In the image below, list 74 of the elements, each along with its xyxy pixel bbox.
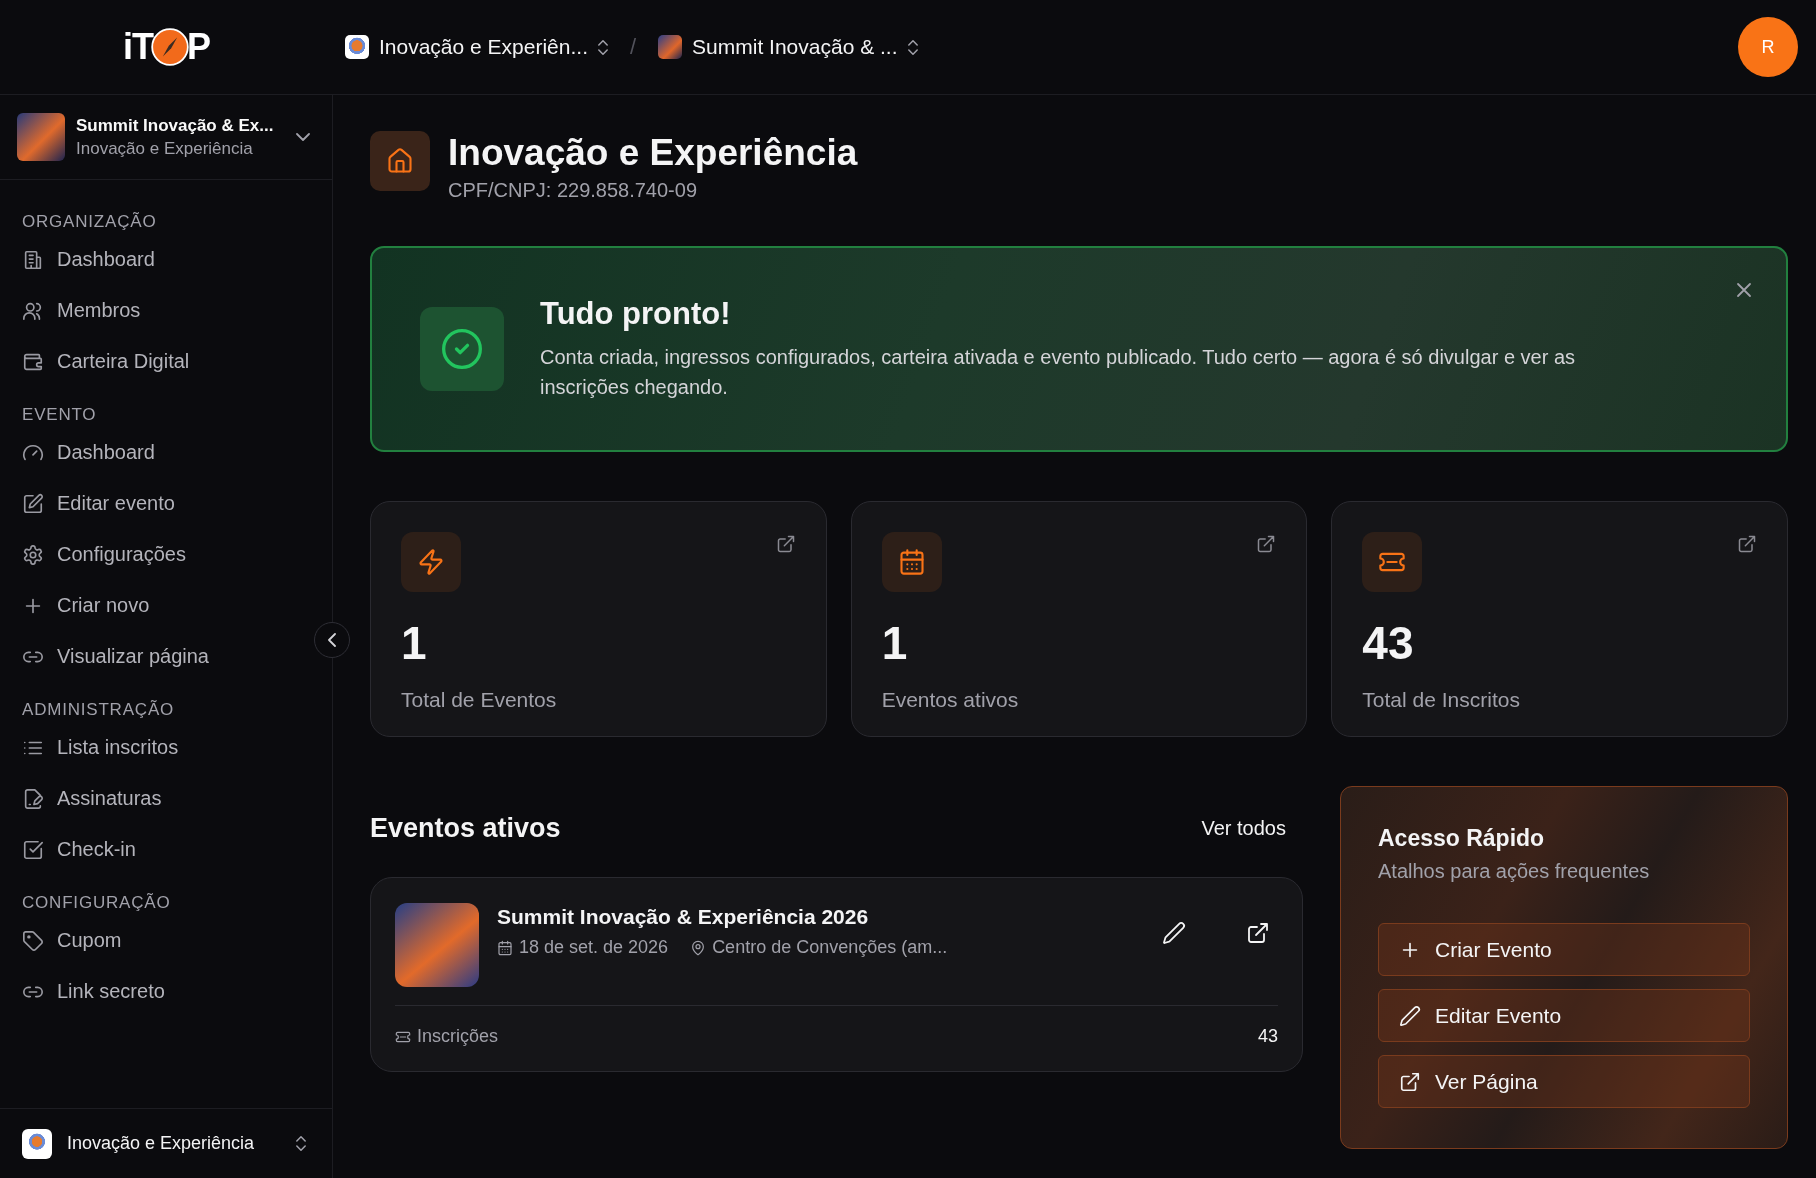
calendar-icon [897,548,926,577]
external-link-icon [1256,534,1277,555]
chevron-updown-icon [907,39,918,55]
location-pin-icon [690,939,707,956]
section-heading: ORGANIZAÇÃO [21,211,158,233]
chevron-updown-icon [296,1136,306,1151]
nav-item[interactable]: Check-in [0,824,158,875]
tag-icon [22,929,44,952]
breadcrumb-separator: / [629,34,637,60]
org-logo-icon [345,35,369,59]
section-heading: EVENTO [21,404,98,426]
nav-item[interactable]: Dashboard [0,234,177,285]
nav-item[interactable]: Dashboard [0,427,177,478]
nav-item[interactable]: Assinaturas [0,773,184,824]
quick-action-button[interactable]: Editar Evento [1378,989,1750,1043]
check-icon [22,838,44,861]
footer-label: Inscrições [417,1026,500,1048]
external-icon [1399,1070,1421,1093]
building-icon [22,248,44,271]
nav-item[interactable]: Cupom [0,915,144,966]
check-circle-icon [440,327,484,372]
page-title: Inovação e Experiência [448,131,858,175]
section-heading: CONFIGURAÇÃO [21,892,172,914]
event-thumbnail [658,35,683,59]
nav-item[interactable]: Membros [0,285,163,336]
breadcrumb-dropdown[interactable]: Summit Inovação & ... [658,35,918,59]
bolt-icon [417,548,445,577]
chevron-down-icon [296,133,310,141]
registrations-count: 43 [1257,1026,1278,1048]
page-subtitle: CPF/CNPJ: 229.858.740-09 [448,179,699,203]
banner-title: Tudo pronto! [540,296,732,333]
stat-value: 1 [881,620,909,667]
edit-icon [22,492,44,515]
collapse-sidebar-button[interactable] [314,622,350,658]
chevron-updown-icon [597,39,608,55]
pencil-icon [1399,1004,1421,1027]
nav-item[interactable]: Lista inscritos [0,722,201,773]
section-heading: ADMINISTRAÇÃO [21,699,176,721]
nav-item[interactable]: Visualizar página [0,631,231,682]
event-switcher[interactable]: Summit Inovação & Ex... Inovação e Experiência [0,95,332,180]
external-link-icon [1737,534,1757,555]
event-date: 18 de set. de 2026 [519,937,669,959]
nav-item[interactable]: Criar novo [0,580,172,631]
nav-item[interactable]: Configurações [0,529,208,580]
nav-item[interactable]: Link secreto [0,966,187,1017]
external-link-icon [775,534,796,555]
calendar-icon [497,939,513,956]
event-name: Summit Inovação & Experiência 2026 [497,905,870,930]
stat-value: 43 [1362,620,1415,667]
external-link-icon [1246,921,1270,946]
banner-text: Conta criada, ingressos configurados, carteira ativada e evento publicado. Tudo certo — agora é só divulgar e ver as inscrições chegando. [540,345,1577,401]
chevron-left-icon [328,633,336,647]
quick-action-button[interactable]: Criar Evento [1378,923,1750,977]
logo[interactable]: iT P [0,26,333,68]
stat-value: 1 [401,620,428,667]
quick-action-button[interactable]: Ver Página [1378,1055,1750,1109]
stat-label: Eventos ativos [881,688,1020,713]
panel-subtitle: Atalhos para ações frequentes [1378,860,1651,884]
pencil-icon [1162,921,1186,946]
gear-icon [22,543,44,566]
stat-label: Total de Eventos [401,688,558,713]
home-icon [386,147,414,175]
nav-item[interactable]: Carteira Digital [0,336,212,387]
sign-icon [22,787,44,810]
photo-placeholder [17,113,65,161]
view-all-link[interactable]: Ver todos [1201,816,1286,840]
breadcrumb-dropdown[interactable]: Inovação e Experiên... [345,35,608,59]
stat-label: Total de Inscritos [1362,688,1521,713]
panel-title: Acesso Rápido [1378,825,1546,853]
org-switcher[interactable]: Inovação e Experiência [0,1108,332,1178]
org-logo-icon [22,1128,52,1159]
section-title: Eventos ativos [370,812,561,844]
event-venue: Centro de Convenções (am... [712,937,948,959]
nav-item[interactable]: Editar evento [0,478,197,529]
